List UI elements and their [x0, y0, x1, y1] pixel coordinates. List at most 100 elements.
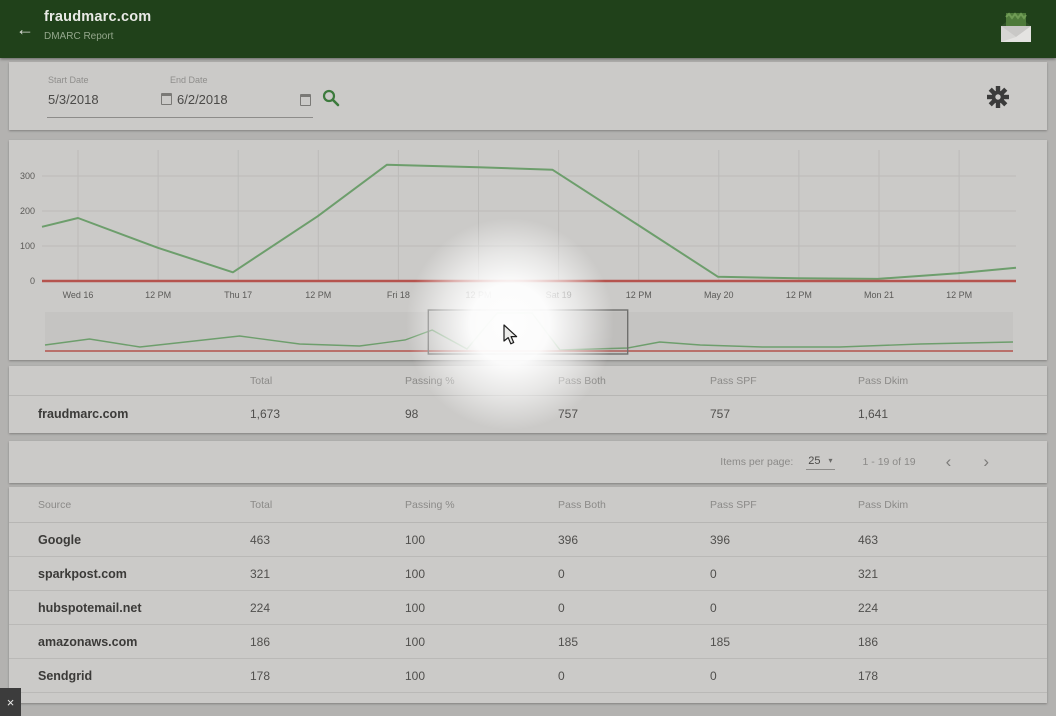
row-name: hubspotemail.net	[38, 601, 250, 615]
column-header: Passing %	[405, 499, 558, 511]
row-value: 185	[710, 635, 858, 649]
x-tick-label: 12 PM	[465, 290, 491, 300]
x-tick-label: Fri 18	[387, 290, 410, 300]
series-passing-line	[42, 165, 1016, 279]
back-button[interactable]: ←	[12, 16, 38, 42]
column-header: Passing %	[405, 375, 558, 387]
row-name: amazonaws.com	[38, 635, 250, 649]
row-value: 0	[558, 567, 710, 581]
calendar-icon	[161, 93, 172, 105]
x-tick-label: 12 PM	[786, 290, 812, 300]
page-title: fraudmarc.com	[44, 9, 151, 25]
sources-table: SourceTotalPassing %Pass BothPass SPFPas…	[9, 487, 1047, 703]
column-header: Pass Dkim	[858, 375, 1047, 387]
column-header: Pass Both	[558, 499, 710, 511]
chart-grid: 0 100 200 300 Wed 16 12 PM Thu 17 12 PM Fri 18 12…	[20, 150, 1016, 300]
y-tick-label: 300	[20, 171, 35, 181]
column-header: Pass SPF	[710, 375, 858, 387]
sources-table-header: SourceTotalPassing %Pass BothPass SPFPas…	[9, 487, 1047, 523]
row-value: 463	[858, 533, 1047, 547]
search-icon	[321, 88, 341, 108]
y-tick-label: 200	[20, 206, 35, 216]
summary-row[interactable]: fraudmarc.com1,673987577571,641	[9, 396, 1047, 432]
row-value: 100	[405, 567, 558, 581]
y-tick-label: 0	[30, 276, 35, 286]
row-value: 0	[710, 567, 858, 581]
row-value: 321	[250, 567, 405, 581]
row-value: 224	[858, 601, 1047, 615]
row-name: fraudmarc.com	[38, 407, 250, 421]
column-header: Total	[250, 499, 405, 511]
dmarc-report-page: ← fraudmarc.com DMARC Report Start Date …	[0, 0, 1056, 716]
sources-table-body: Google463100396396463sparkpost.com321100…	[9, 523, 1047, 693]
start-date-input[interactable]: 5/3/2018	[48, 92, 99, 107]
pagination-bar: Items per page: 25 ▾ 1 - 19 of 19 ‹ ›	[9, 441, 1047, 483]
row-value: 186	[858, 635, 1047, 649]
row-value: 0	[558, 601, 710, 615]
page-range-label: 1 - 19 of 19	[863, 456, 916, 468]
column-header: Source	[38, 499, 250, 511]
row-value: 224	[250, 601, 405, 615]
summary-table-body: fraudmarc.com1,673987577571,641	[9, 396, 1047, 432]
row-name: sparkpost.com	[38, 567, 250, 581]
chart-card: 0 100 200 300 Wed 16 12 PM Thu 17 12 PM Fri 18 12…	[9, 140, 1047, 360]
summary-table-header: TotalPassing %Pass BothPass SPFPass Dkim	[9, 366, 1047, 396]
envelope-icon	[996, 9, 1036, 52]
column-header: Pass Dkim	[858, 499, 1047, 511]
x-tick-label: Thu 17	[224, 290, 252, 300]
row-value: 1,641	[858, 407, 1047, 421]
row-value: 100	[405, 635, 558, 649]
summary-table: TotalPassing %Pass BothPass SPFPass Dkim…	[9, 366, 1047, 433]
end-date-label: End Date	[170, 75, 208, 85]
gear-icon	[986, 85, 1010, 109]
next-page-button[interactable]: ›	[983, 452, 989, 472]
row-value: 186	[250, 635, 405, 649]
row-value: 0	[558, 669, 710, 683]
row-value: 100	[405, 601, 558, 615]
row-value: 321	[858, 567, 1047, 581]
dmarc-timeseries-chart: 0 100 200 300 Wed 16 12 PM Thu 17 12 PM Fri 18 12…	[9, 140, 1047, 360]
row-value: 100	[405, 533, 558, 547]
start-date-label: Start Date	[48, 75, 89, 85]
end-date-input[interactable]: 6/2/2018	[161, 92, 228, 107]
row-name: Sendgrid	[38, 669, 250, 683]
items-per-page-select[interactable]: 25 ▾	[806, 455, 834, 470]
x-tick-label: Mon 21	[864, 290, 894, 300]
close-overlay-button[interactable]: ×	[0, 688, 21, 716]
row-value: 757	[710, 407, 858, 421]
row-value: 178	[858, 669, 1047, 683]
row-value: 396	[710, 533, 858, 547]
row-value: 396	[558, 533, 710, 547]
calendar-picker-icon[interactable]	[300, 94, 311, 106]
column-header: Pass SPF	[710, 499, 858, 511]
app-header: ← fraudmarc.com DMARC Report	[0, 0, 1056, 58]
row-value: 0	[710, 669, 858, 683]
source-row[interactable]: hubspotemail.net22410000224	[9, 591, 1047, 625]
column-header: Pass Both	[558, 375, 710, 387]
x-tick-label: 12 PM	[626, 290, 652, 300]
row-value: 178	[250, 669, 405, 683]
search-button[interactable]	[320, 88, 342, 110]
source-row[interactable]: amazonaws.com186100185185186	[9, 625, 1047, 659]
row-value: 0	[710, 601, 858, 615]
field-underline	[47, 117, 313, 118]
items-per-page-label: Items per page:	[720, 456, 793, 468]
x-tick-label: May 20	[704, 290, 734, 300]
x-tick-label: 12 PM	[305, 290, 331, 300]
row-value: 757	[558, 407, 710, 421]
row-value: 1,673	[250, 407, 405, 421]
previous-page-button[interactable]: ‹	[946, 452, 952, 472]
row-value: 100	[405, 669, 558, 683]
x-tick-label: Wed 16	[63, 290, 94, 300]
row-value: 185	[558, 635, 710, 649]
page-subtitle: DMARC Report	[44, 31, 113, 42]
source-row[interactable]: Google463100396396463	[9, 523, 1047, 557]
source-row[interactable]: Sendgrid17810000178	[9, 659, 1047, 693]
filters-card: Start Date 5/3/2018 End Date 6/2/2018	[9, 62, 1047, 130]
column-header: Total	[250, 375, 405, 387]
y-tick-label: 100	[20, 241, 35, 251]
settings-button[interactable]	[986, 85, 1010, 109]
row-name: Google	[38, 533, 250, 547]
brush-selection[interactable]	[428, 310, 627, 354]
source-row[interactable]: sparkpost.com32110000321	[9, 557, 1047, 591]
